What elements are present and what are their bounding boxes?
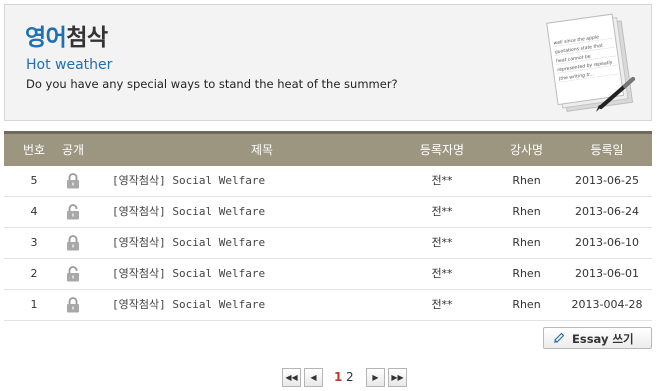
row-teacher: Rhen [512,236,541,249]
row-title-link[interactable]: [영작첨삭] Social Welfare [112,228,412,258]
table-row[interactable]: 4 [영작첨삭] Social Welfare 전** Rhen 2013-06… [4,197,652,228]
row-author: 전** [431,205,453,218]
page-link-1[interactable]: 1 [334,370,342,384]
col-header-date: 등록일 [590,143,624,157]
page-title-rest: 첨삭 [66,25,108,51]
lock-closed-icon [67,235,79,251]
lock-closed-icon [67,297,79,313]
table-row[interactable]: 5 [영작첨삭] Social Welfare 전** Rhen 2013-06… [4,166,652,197]
table-row[interactable]: 2 [영작첨삭] Social Welfare 전** Rhen 2013-06… [4,259,652,290]
row-author: 전** [431,236,453,249]
row-number: 1 [30,298,38,311]
col-header-author: 등록자명 [419,143,465,157]
row-author: 전** [431,298,453,311]
row-number: 3 [30,236,38,249]
row-author: 전** [431,267,453,280]
row-title-link[interactable]: [영작첨삭] Social Welfare [112,166,412,196]
row-date: 2013-004-28 [571,298,643,311]
page-title: 영어첨삭 [25,18,108,52]
row-teacher: Rhen [512,298,541,311]
header-panel: 영어첨삭 Hot weather Do you have any special… [4,4,652,121]
row-teacher: Rhen [512,267,541,280]
row-date: 2013-06-25 [575,174,639,187]
row-author: 전** [431,174,453,187]
col-header-teacher: 강사명 [509,143,544,157]
row-title-link[interactable]: [영작첨삭] Social Welfare [112,197,412,227]
writing-paper-icon: well since the apple quotations state th… [546,13,635,112]
row-number: 2 [30,267,38,280]
post-list: 5 [영작첨삭] Social Welfare 전** Rhen 2013-06… [4,166,652,321]
col-header-title: 제목 [250,143,274,157]
lock-closed-icon [67,173,79,189]
topic-question: Do you have any special ways to stand th… [26,77,398,91]
col-header-public: 공개 [61,143,85,157]
prev-page-button[interactable]: ◀ [304,368,323,387]
row-date: 2013-06-01 [575,267,639,280]
topic-title: Hot weather [26,57,113,73]
first-page-button[interactable]: ◀◀ [282,368,301,387]
row-teacher: Rhen [512,174,541,187]
row-date: 2013-06-24 [575,205,639,218]
table-row[interactable]: 3 [영작첨삭] Social Welfare 전** Rhen 2013-06… [4,228,652,259]
write-essay-label: Essay 쓰기 [572,332,634,346]
table-row[interactable]: 1 [영작첨삭] Social Welfare 전** Rhen 2013-00… [4,290,652,321]
next-page-button[interactable]: ▶ [366,368,385,387]
last-page-button[interactable]: ▶▶ [388,368,407,387]
lock-open-icon [67,204,79,220]
page-title-accent: 영어 [25,25,67,51]
row-teacher: Rhen [512,205,541,218]
row-title-link[interactable]: [영작첨삭] Social Welfare [112,290,412,320]
page-link-2[interactable]: 2 [346,370,354,384]
pagination: ◀◀ ◀ 1 2 ▶ ▶▶ [0,368,657,388]
pencil-icon [554,332,565,343]
table-header: 번호 공개 제목 등록자명 강사명 등록일 [4,134,652,166]
write-essay-button[interactable]: Essay 쓰기 [543,327,652,349]
row-title-link[interactable]: [영작첨삭] Social Welfare [112,259,412,289]
row-number: 5 [30,174,38,187]
row-date: 2013-06-10 [575,236,639,249]
row-number: 4 [30,205,38,218]
lock-open-icon [67,266,79,282]
